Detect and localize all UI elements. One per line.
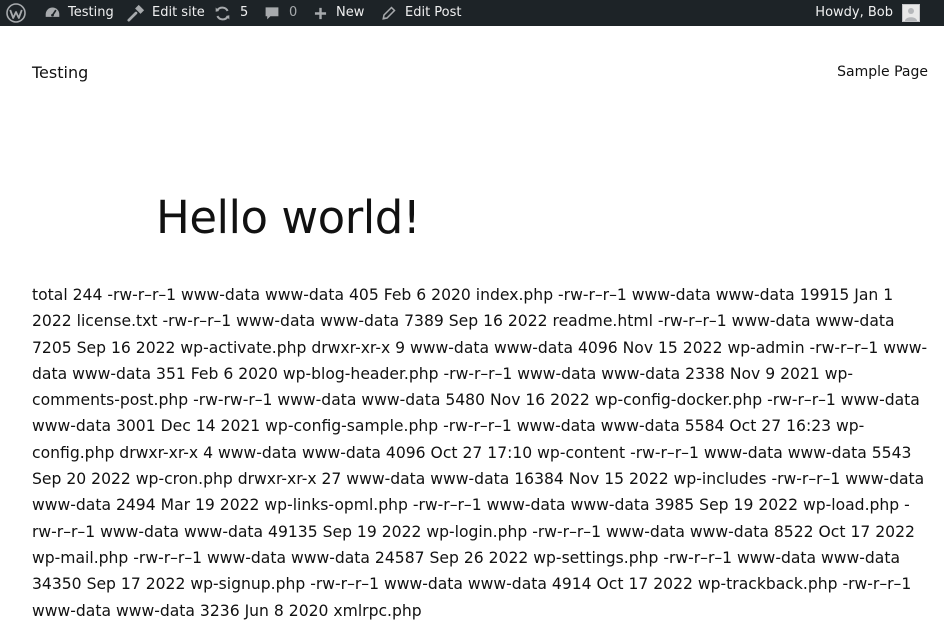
- comments-icon: [264, 5, 280, 21]
- edit-post-button[interactable]: Edit Post: [381, 0, 462, 26]
- nav-link-sample-page[interactable]: Sample Page: [837, 64, 928, 80]
- dashboard-icon: [44, 5, 61, 22]
- post-title: Hello world!: [156, 191, 421, 244]
- comments-button[interactable]: 0: [264, 0, 297, 26]
- edit-icon: [381, 5, 396, 21]
- new-content-button[interactable]: New: [314, 0, 364, 26]
- updates-icon: [214, 5, 231, 22]
- new-content-label: New: [336, 5, 365, 20]
- plus-icon: [314, 7, 327, 20]
- wordpress-logo-icon: [6, 3, 26, 23]
- edit-site-label: Edit site: [152, 5, 205, 20]
- site-name-label: Testing: [68, 5, 114, 20]
- updates-count: 5: [240, 5, 249, 20]
- edit-post-label: Edit Post: [405, 5, 462, 20]
- howdy-label: Howdy, Bob: [815, 5, 893, 20]
- admin-bar: Testing Edit site 5 0 New Edit Post Howd…: [0, 0, 944, 26]
- my-account-menu[interactable]: Howdy, Bob: [815, 0, 920, 26]
- customize-icon: [127, 4, 145, 22]
- post-content: total 244 -rw-r–r–1 www-data www-data 40…: [32, 286, 928, 620]
- updates-button[interactable]: 5: [214, 0, 248, 26]
- site-name-menu[interactable]: Testing: [44, 0, 114, 26]
- edit-site-button[interactable]: Edit site: [127, 0, 205, 26]
- site-title-link[interactable]: Testing: [32, 63, 88, 82]
- wordpress-menu[interactable]: [6, 0, 26, 26]
- avatar: [902, 4, 920, 22]
- comments-count: 0: [289, 5, 298, 20]
